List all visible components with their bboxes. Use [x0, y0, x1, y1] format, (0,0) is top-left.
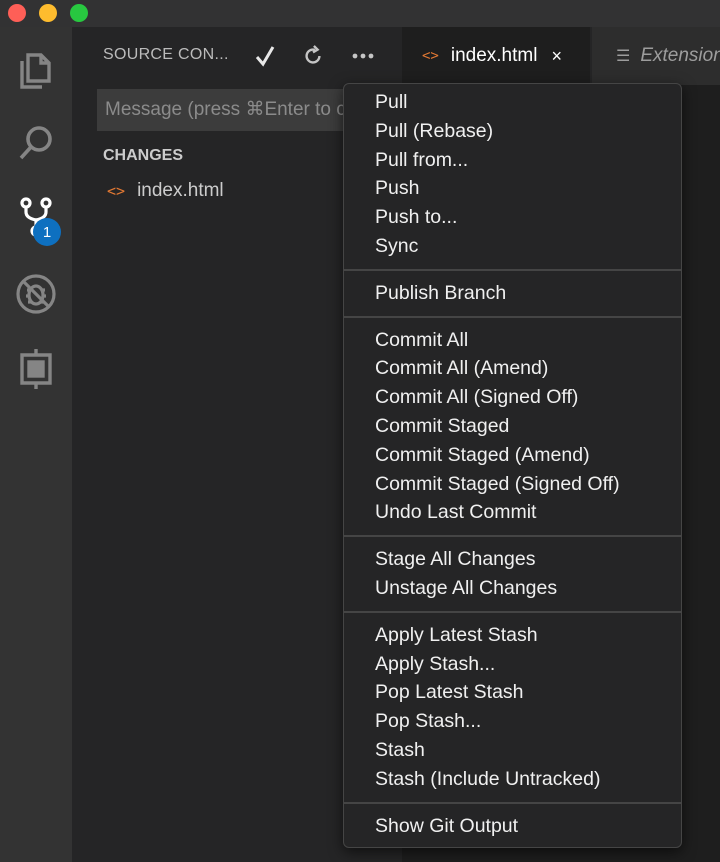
tab-label: Extension	[640, 45, 720, 66]
menu-item-commit-staged-amend[interactable]: Commit Staged (Amend)	[344, 441, 681, 470]
menu-item-stash-include-untracked[interactable]: Stash (Include Untracked)	[344, 765, 681, 794]
more-actions-icon[interactable]	[348, 41, 378, 71]
close-icon[interactable]: ×	[551, 46, 562, 67]
git-actions-menu: Pull Pull (Rebase) Pull from... Push Push to…	[343, 83, 682, 848]
panel-title: SOURCE CON...	[103, 46, 229, 63]
menu-item-commit-all[interactable]: Commit All	[344, 326, 681, 355]
scm-changes-badge: 1	[33, 218, 61, 246]
commit-check-icon[interactable]	[250, 41, 280, 71]
changes-header[interactable]: CHANGES	[103, 147, 183, 165]
menu-item-stage-all-changes[interactable]: Stage All Changes	[344, 545, 681, 574]
menu-item-publish-branch[interactable]: Publish Branch	[344, 279, 681, 308]
menu-item-commit-staged[interactable]: Commit Staged	[344, 412, 681, 441]
menu-item-unstage-all-changes[interactable]: Unstage All Changes	[344, 574, 681, 603]
tab-index-html[interactable]: <> index.html ×	[402, 27, 590, 85]
readme-icon: ☰	[616, 48, 631, 65]
file-name: index.html	[137, 180, 224, 201]
menu-item-show-git-output[interactable]: Show Git Output	[344, 812, 681, 841]
menu-item-sync[interactable]: Sync	[344, 232, 681, 261]
menu-item-apply-stash[interactable]: Apply Stash...	[344, 650, 681, 679]
html-file-icon: <>	[422, 48, 439, 64]
panel-header: SOURCE CON...	[72, 27, 402, 85]
menu-item-pop-stash[interactable]: Pop Stash...	[344, 707, 681, 736]
tab-extension[interactable]: ☰ Extension	[592, 27, 720, 85]
menu-item-pull-rebase[interactable]: Pull (Rebase)	[344, 117, 681, 146]
menu-item-undo-last-commit[interactable]: Undo Last Commit	[344, 498, 681, 527]
menu-item-push-to[interactable]: Push to...	[344, 203, 681, 232]
changed-file-row[interactable]: <> index.html	[107, 176, 224, 206]
menu-item-pull[interactable]: Pull	[344, 88, 681, 117]
debug-icon[interactable]	[10, 268, 62, 320]
menu-item-pull-from[interactable]: Pull from...	[344, 146, 681, 175]
menu-item-push[interactable]: Push	[344, 174, 681, 203]
explorer-icon[interactable]	[10, 43, 62, 95]
extensions-icon[interactable]	[10, 343, 62, 395]
minimize-window-button[interactable]	[39, 4, 57, 22]
menu-item-commit-all-signed-off[interactable]: Commit All (Signed Off)	[344, 383, 681, 412]
menu-separator	[344, 527, 681, 545]
search-icon[interactable]	[10, 117, 62, 169]
menu-separator	[344, 308, 681, 326]
editor-tab-bar: <> index.html × ☰ Extension	[402, 27, 720, 85]
close-window-button[interactable]	[8, 4, 26, 22]
html-file-icon: <>	[107, 182, 126, 200]
menu-separator	[344, 794, 681, 812]
menu-item-commit-all-amend[interactable]: Commit All (Amend)	[344, 354, 681, 383]
menu-item-apply-latest-stash[interactable]: Apply Latest Stash	[344, 621, 681, 650]
menu-item-pop-latest-stash[interactable]: Pop Latest Stash	[344, 678, 681, 707]
menu-item-commit-staged-signed-off[interactable]: Commit Staged (Signed Off)	[344, 470, 681, 499]
menu-separator	[344, 603, 681, 621]
refresh-icon[interactable]	[298, 41, 328, 71]
title-bar	[0, 0, 720, 27]
menu-item-stash[interactable]: Stash	[344, 736, 681, 765]
menu-separator	[344, 261, 681, 279]
activity-bar: 1	[0, 27, 72, 862]
tab-label: index.html	[450, 45, 538, 66]
zoom-window-button[interactable]	[70, 4, 88, 22]
